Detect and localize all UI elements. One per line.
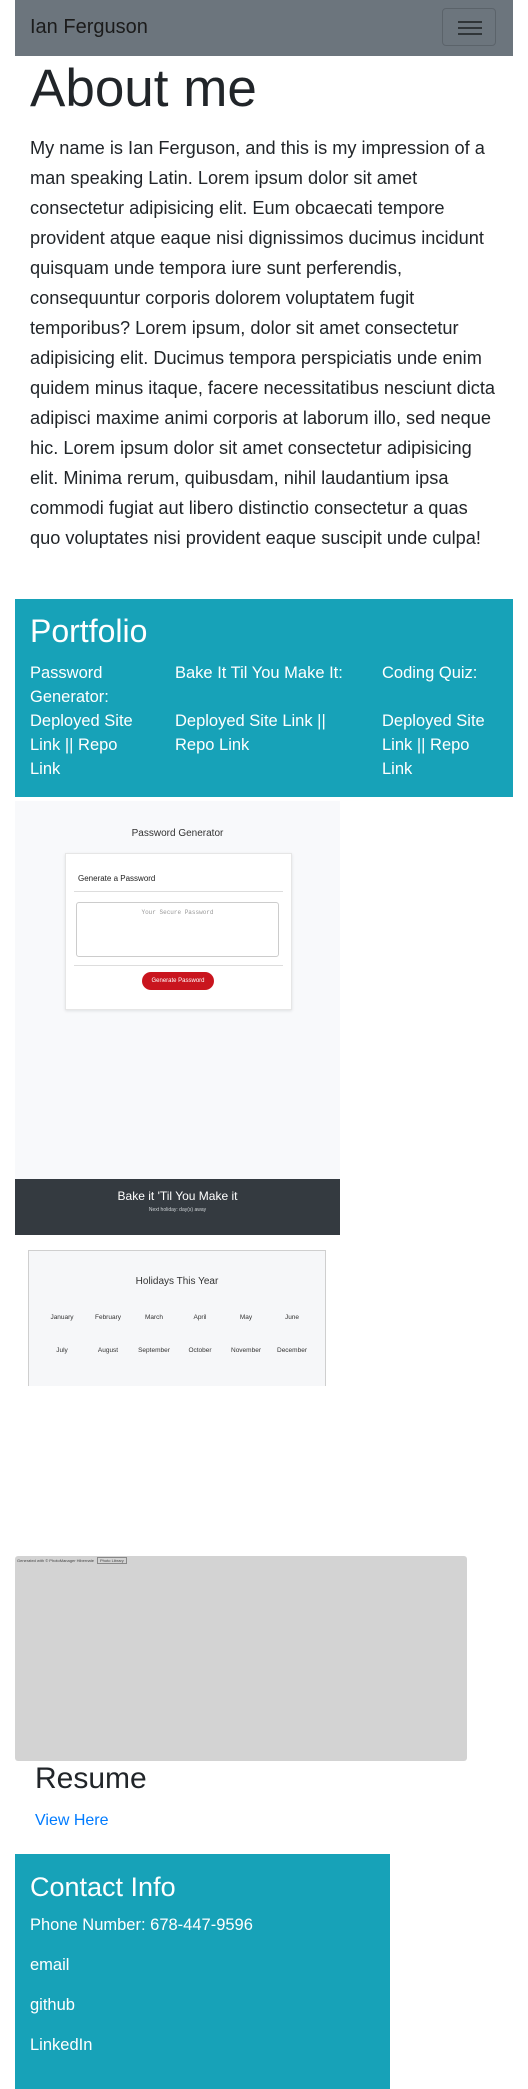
screenshot-subtitle: Next holiday: day(s) away bbox=[148, 1207, 207, 1213]
navbar-brand[interactable]: Ian Ferguson bbox=[30, 16, 148, 39]
deployed-site-link[interactable]: Deployed Site Link bbox=[175, 712, 313, 730]
menu-icon-bar bbox=[458, 27, 482, 29]
about-title: About me bbox=[30, 59, 257, 118]
month-label: April bbox=[193, 1314, 207, 1321]
coding-quiz-screenshot: Generated with © PhotoManager Hibernate P… bbox=[15, 1556, 467, 1761]
divider bbox=[74, 891, 283, 892]
month-label: July bbox=[56, 1347, 68, 1354]
month-label: March bbox=[144, 1314, 164, 1321]
screenshot-generate-button: Generate Password bbox=[142, 972, 214, 990]
error-message: Generated with © PhotoManager Hibernate bbox=[17, 1558, 94, 1563]
screenshot-title: Holidays This Year bbox=[135, 1276, 219, 1287]
portfolio-title: Portfolio bbox=[30, 613, 148, 649]
screenshot-card: Generate a Password Your Secure Password… bbox=[65, 853, 292, 1010]
project-title: Bake It Til You Make It: bbox=[175, 664, 343, 682]
month-label: June bbox=[284, 1314, 300, 1321]
contact-title: Contact Info bbox=[30, 1872, 176, 1902]
resume-title: Resume bbox=[35, 1762, 147, 1795]
divider bbox=[74, 965, 283, 966]
holidays-screenshot: Holidays This Year January February Marc… bbox=[28, 1250, 326, 1386]
github-link[interactable]: github bbox=[30, 1996, 75, 2015]
screenshot-placeholder: Your Secure Password bbox=[141, 909, 214, 916]
bake-it-screenshot: Bake it 'Til You Make it Next holiday: d… bbox=[15, 1179, 340, 1235]
menu-icon-bar bbox=[458, 33, 482, 35]
navbar: Ian Ferguson bbox=[15, 0, 513, 56]
project-links: Deployed Site Link || Repo Link bbox=[175, 709, 355, 757]
month-label: January bbox=[50, 1314, 74, 1321]
screenshot-password-box: Your Secure Password bbox=[76, 902, 279, 957]
project-title: Password Generator: bbox=[30, 664, 109, 706]
screenshot-title: Bake it 'Til You Make it bbox=[117, 1189, 238, 1203]
phone-number: Phone Number: 678-447-9596 bbox=[30, 1916, 253, 1934]
project-password-generator: Password Generator: Deployed Site Link |… bbox=[30, 661, 150, 781]
project-bake-it: Bake It Til You Make It: Deployed Site L… bbox=[175, 661, 355, 757]
contact-section: Contact Info Phone Number: 678-447-9596 … bbox=[15, 1854, 390, 2089]
project-links: Deployed Site Link || Repo Link bbox=[382, 709, 492, 781]
link-separator: || bbox=[412, 736, 431, 754]
project-links: Deployed Site Link || Repo Link bbox=[30, 709, 150, 781]
link-separator: || bbox=[60, 736, 79, 754]
project-coding-quiz: Coding Quiz: Deployed Site Link || Repo … bbox=[382, 661, 492, 781]
email-link[interactable]: email bbox=[30, 1956, 69, 1975]
repo-link[interactable]: Repo Link bbox=[175, 736, 249, 754]
month-label: May bbox=[239, 1314, 253, 1321]
screenshot-error-text: Generated with © PhotoManager Hibernate P… bbox=[17, 1557, 127, 1564]
month-label: September bbox=[138, 1347, 170, 1354]
screenshot-card-title: Generate a Password bbox=[78, 874, 156, 883]
project-title: Coding Quiz: bbox=[382, 664, 478, 682]
password-generator-screenshot: Password Generator Generate a Password Y… bbox=[15, 801, 340, 1235]
about-text: My name is Ian Ferguson, and this is my … bbox=[30, 138, 496, 548]
month-label: November bbox=[231, 1347, 261, 1354]
navbar-toggler-button[interactable] bbox=[442, 8, 496, 46]
month-label: December bbox=[277, 1347, 307, 1354]
linkedin-link[interactable]: LinkedIn bbox=[30, 2036, 92, 2055]
month-label: August bbox=[97, 1347, 119, 1354]
month-label: October bbox=[188, 1347, 212, 1354]
error-button: Photo Library bbox=[97, 1557, 127, 1564]
menu-icon-bar bbox=[458, 21, 482, 23]
resume-view-link[interactable]: View Here bbox=[35, 1812, 109, 1830]
screenshot-heading: Password Generator bbox=[131, 828, 224, 839]
link-separator: || bbox=[312, 712, 326, 730]
portfolio-section: Portfolio Password Generator: Deployed S… bbox=[15, 599, 513, 797]
month-label: February bbox=[94, 1314, 121, 1321]
